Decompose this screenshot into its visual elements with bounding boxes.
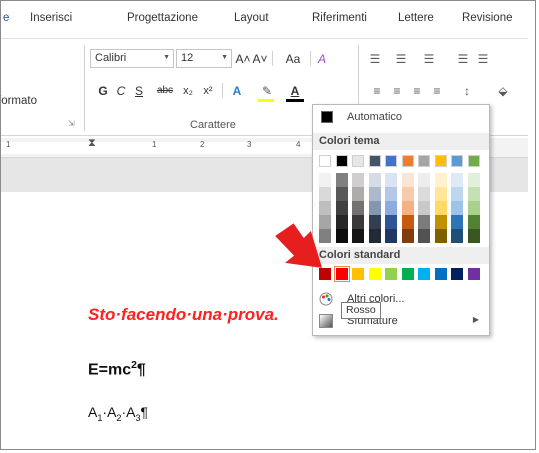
word-window: e Inserisci Progettazione Layout Riferim… (0, 0, 539, 453)
screenshot-border (0, 0, 536, 450)
